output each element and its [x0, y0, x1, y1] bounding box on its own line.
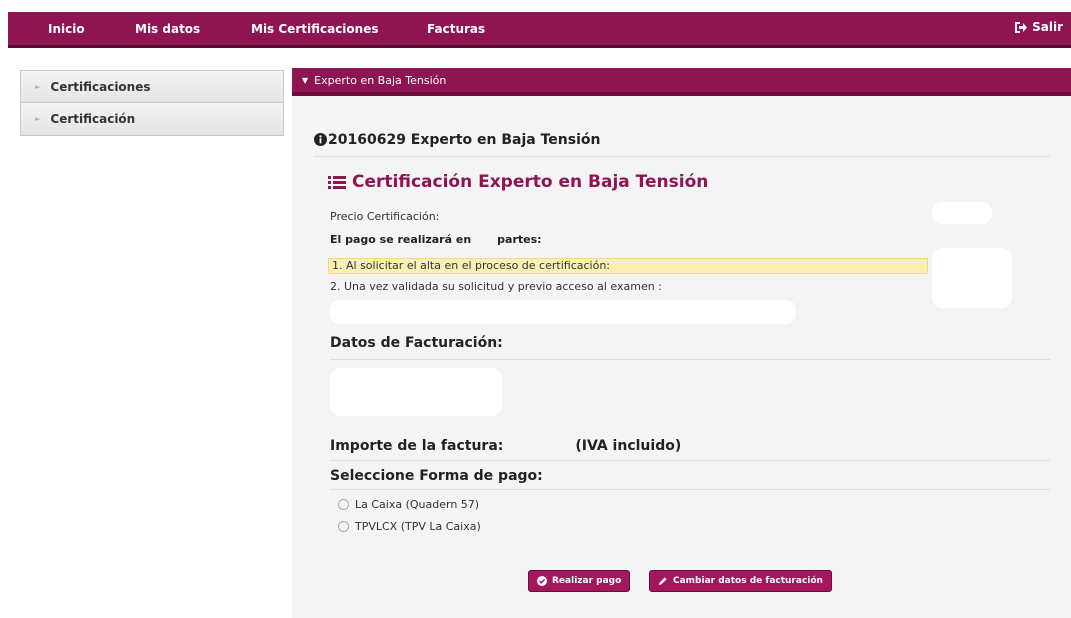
invoice-amount-label: Importe de la factura: — [330, 438, 504, 454]
payment-method-title: Seleccione Forma de pago: — [330, 468, 543, 484]
certification-code-title: 20160629 Experto en Baja Tensión — [314, 132, 600, 150]
info-circle-icon — [314, 133, 327, 150]
list-icon — [328, 175, 346, 190]
divider — [314, 156, 1050, 157]
main-panel: ▼ Experto en Baja Tensión 20160629 Exper… — [292, 68, 1071, 618]
check-circle-icon — [537, 576, 547, 586]
logout-button[interactable]: Salir — [1014, 20, 1063, 34]
sidebar-item-certificaciones[interactable]: ► Certificaciones — [21, 71, 283, 103]
realizar-pago-label: Realizar pago — [552, 576, 622, 586]
redacted-area — [330, 368, 502, 416]
payment-parts-suffix: partes: — [497, 233, 542, 246]
radio-button[interactable] — [338, 499, 349, 510]
certification-code-text: 20160629 Experto en Baja Tensión — [328, 132, 601, 148]
invoice-iva-label: (IVA incluido) — [575, 438, 682, 454]
nav-item-facturas[interactable]: Facturas — [427, 22, 485, 36]
divider — [330, 460, 1050, 461]
top-nav-bar: Inicio Mis datos Mis Certificaciones Fac… — [8, 12, 1071, 48]
payment-parts-label: El pago se realizará en partes: — [330, 233, 542, 246]
payment-option-tpvlcx[interactable]: TPVLCX (TPV La Caixa) — [338, 520, 481, 533]
pencil-icon — [658, 576, 668, 586]
subtitle-text: Certificación Experto en Baja Tensión — [352, 172, 709, 192]
nav-item-mis-datos[interactable]: Mis datos — [135, 22, 200, 36]
payment-option-la-caixa[interactable]: La Caixa (Quadern 57) — [338, 498, 479, 511]
radio-button[interactable] — [338, 521, 349, 532]
logout-label: Salir — [1032, 20, 1063, 34]
chevron-right-icon: ► — [35, 82, 41, 91]
realizar-pago-button[interactable]: Realizar pago — [528, 570, 631, 592]
payment-step-1: 1. Al solicitar el alta en el proceso de… — [328, 258, 928, 274]
sidebar-item-label: Certificaciones — [50, 79, 151, 94]
billing-data-title: Datos de Facturación: — [330, 335, 503, 351]
chevron-right-icon: ► — [35, 115, 41, 123]
nav-item-mis-certificaciones[interactable]: Mis Certificaciones — [251, 22, 379, 36]
cambiar-datos-facturacion-button[interactable]: Cambiar datos de facturación — [649, 570, 832, 592]
redacted-area — [330, 300, 796, 324]
price-label: Precio Certificación: — [330, 210, 440, 223]
sidebar: ► Certificaciones ► Certificación — [20, 70, 284, 136]
nav-item-inicio[interactable]: Inicio — [48, 22, 85, 36]
sidebar-item-label: Certificación — [50, 112, 136, 126]
divider — [330, 359, 1050, 360]
payment-step-2: 2. Una vez validada su solicitud y previ… — [330, 280, 662, 293]
certification-subtitle: Certificación Experto en Baja Tensión — [328, 172, 708, 192]
payment-parts-prefix: El pago se realizará en — [330, 233, 472, 246]
cambiar-datos-label: Cambiar datos de facturación — [673, 576, 823, 586]
payment-option-label: La Caixa (Quadern 57) — [355, 498, 480, 511]
invoice-amount: Importe de la factura: (IVA incluido) — [330, 438, 681, 454]
sign-out-icon — [1014, 21, 1028, 34]
redacted-area — [932, 202, 992, 224]
payment-option-label: TPVLCX (TPV La Caixa) — [355, 520, 481, 533]
divider — [330, 489, 1050, 490]
redacted-area — [932, 248, 1012, 308]
sidebar-item-certificacion[interactable]: ► Certificación — [21, 103, 283, 135]
panel-content: 20160629 Experto en Baja Tensión Certifi… — [292, 68, 1071, 618]
